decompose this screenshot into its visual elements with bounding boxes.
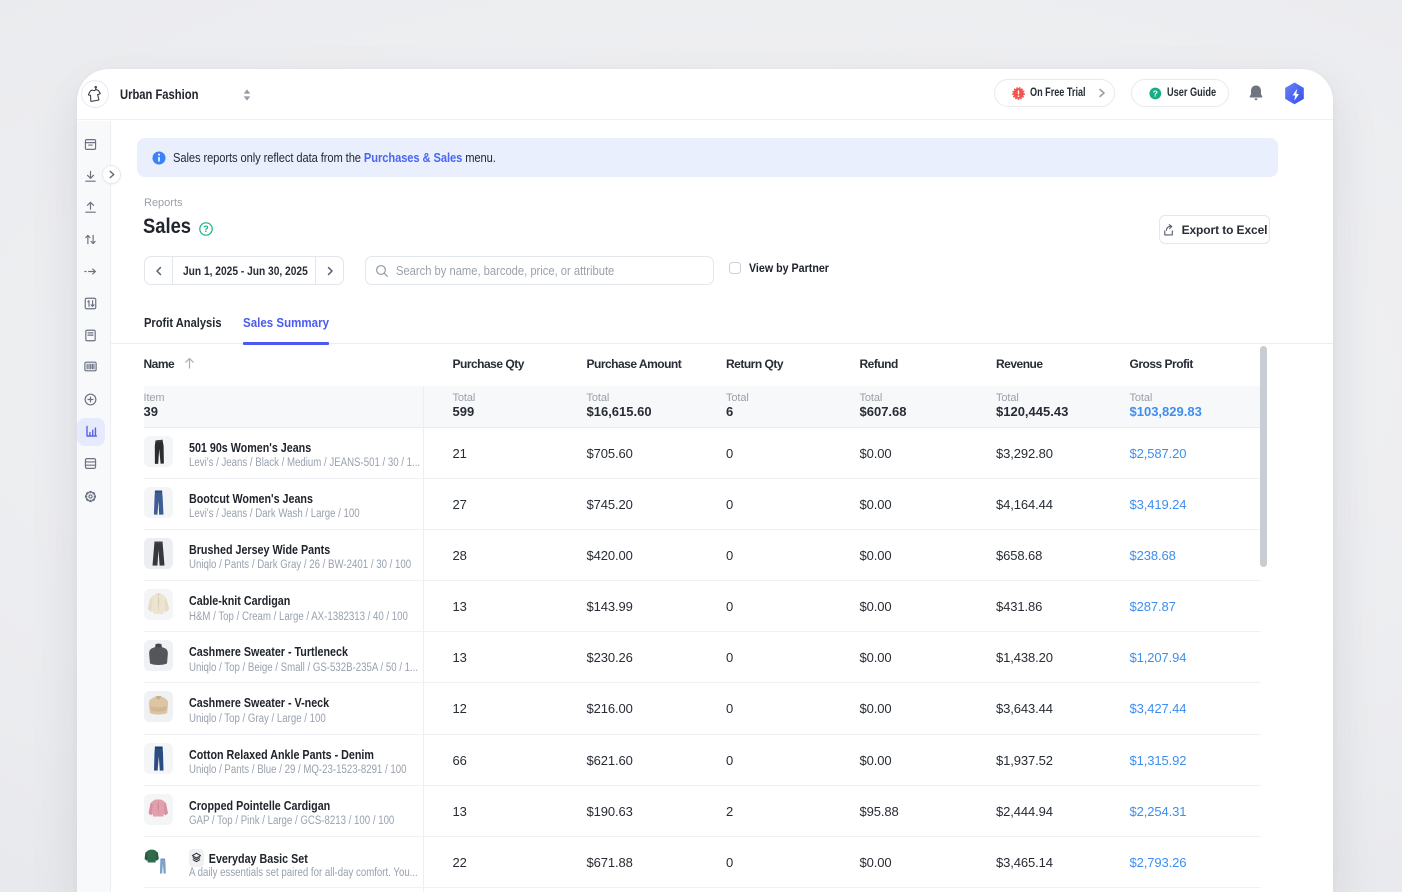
svg-text:?: ? (203, 224, 209, 234)
svg-text:?: ? (1153, 88, 1158, 98)
